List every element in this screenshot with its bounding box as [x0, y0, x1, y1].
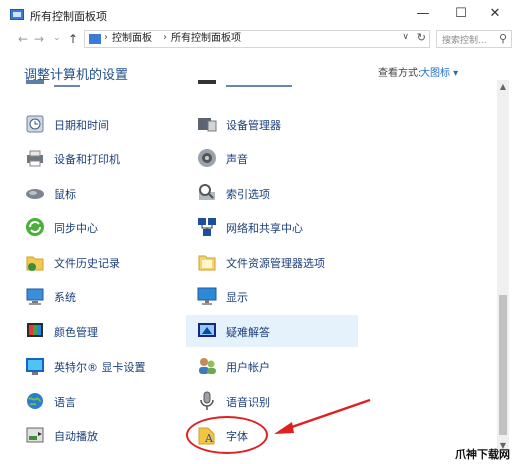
control-panel-window: 所有控制面板项 — ☐ ✕ ← → ⌄ ↑ › 控制面板 › 所有控制面板项 ∨…: [0, 0, 521, 464]
printer-icon: [27, 150, 43, 167]
network-icon: [198, 218, 216, 236]
forward-arrow-icon[interactable]: →: [34, 31, 44, 47]
window-title: 所有控制面板项: [30, 10, 107, 23]
microphone-icon: [200, 391, 214, 410]
breadcrumb-control-panel[interactable]: 控制面板: [112, 33, 152, 45]
close-button[interactable]: ✕: [480, 2, 510, 26]
file-history-icon: [26, 256, 44, 271]
speaker-icon: [198, 149, 216, 167]
intel-graphics-icon: [26, 358, 44, 375]
back-arrow-icon[interactable]: ←: [18, 31, 28, 47]
display-icon: [197, 287, 217, 305]
device-manager-icon: [198, 118, 217, 132]
up-arrow-icon[interactable]: ↑: [68, 31, 78, 47]
control-panel-icon: [10, 9, 24, 20]
control-panel-icon: [89, 34, 101, 44]
folder-options-icon: [198, 255, 216, 271]
scrollbar-thumb[interactable]: [499, 295, 507, 435]
annotation-circle: [186, 416, 268, 454]
scroll-up-icon[interactable]: ▲: [497, 82, 509, 91]
color-management-icon: [27, 323, 43, 337]
recent-locations-icon[interactable]: ⌄: [53, 30, 61, 46]
title-bar[interactable]: 所有控制面板项 — ☐ ✕: [0, 0, 521, 30]
mouse-icon: [26, 189, 44, 199]
watermark: 爪神下载网: [455, 448, 510, 461]
navigation-bar: ← → ⌄ ↑ › 控制面板 › 所有控制面板项 ∨ ↻ 搜索控制... ⚲: [0, 28, 521, 50]
vertical-scrollbar[interactable]: ▲ ▼: [497, 80, 509, 452]
clock-icon: [26, 115, 44, 133]
search-input[interactable]: 搜索控制... ⚲: [436, 30, 512, 48]
troubleshooting-icon: [198, 323, 216, 337]
view-by-dropdown[interactable]: 大图标 ▾: [420, 64, 458, 79]
search-icon[interactable]: ⚲: [499, 32, 507, 45]
maximize-button[interactable]: ☐: [446, 2, 476, 26]
breadcrumb-all-items[interactable]: 所有控制面板项: [171, 33, 241, 45]
annotation-arrow-icon: [274, 398, 371, 434]
autoplay-icon: [26, 427, 44, 443]
minimize-button[interactable]: —: [408, 2, 438, 26]
language-icon: [27, 393, 43, 409]
address-bar[interactable]: › 控制面板 › 所有控制面板项 ∨ ↻: [84, 30, 430, 48]
sync-icon: [26, 218, 44, 236]
computer-icon: [26, 288, 44, 305]
chevron-down-icon[interactable]: ∨: [402, 32, 409, 42]
partial-item-icon: [196, 80, 218, 88]
users-icon: [199, 358, 216, 374]
indexing-icon: [199, 184, 215, 200]
view-by-label: 查看方式:: [378, 68, 422, 79]
refresh-icon[interactable]: ↻: [417, 31, 426, 44]
partial-item-icon: [24, 80, 46, 88]
